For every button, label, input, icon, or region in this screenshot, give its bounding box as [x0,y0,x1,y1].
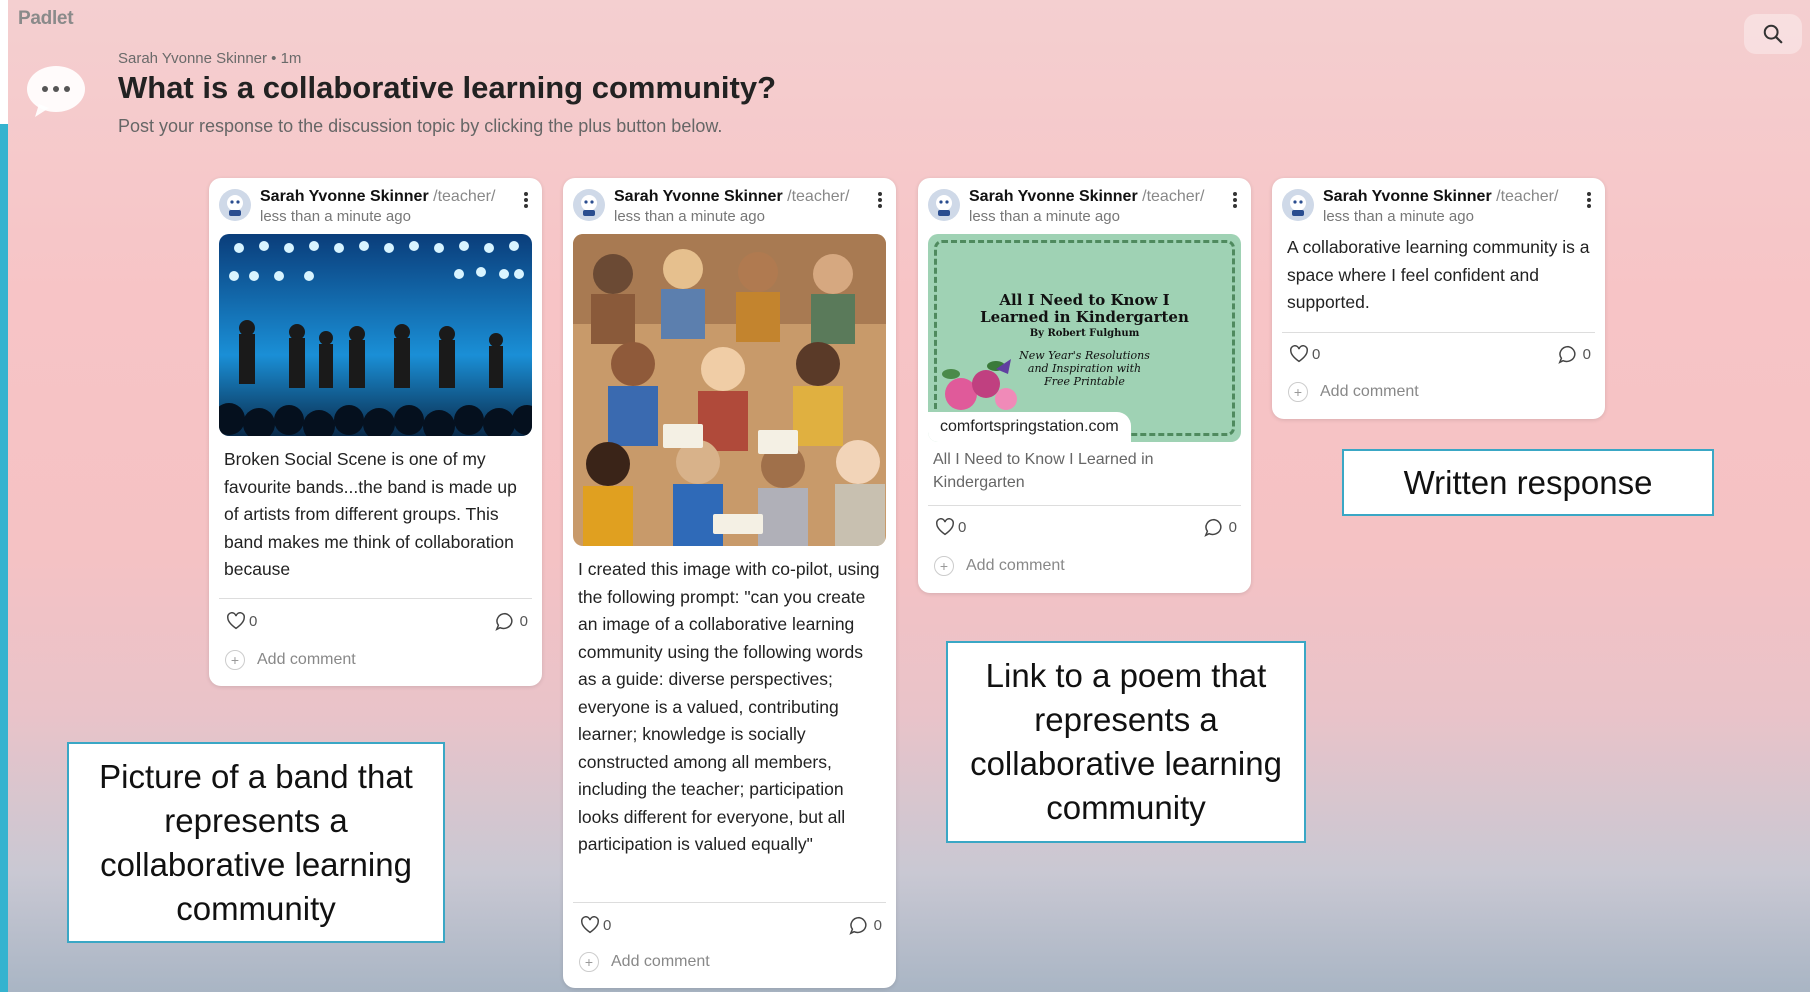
comment-button[interactable]: 0 [1203,518,1237,537]
post-time: less than a minute ago [1323,208,1474,225]
plus-icon: + [934,556,954,576]
kebab-icon[interactable] [520,189,532,211]
link-title: All I Need to Know I Learned in Kinderga… [933,451,1154,491]
speech-bubble-icon [27,66,85,117]
plus-icon: + [1288,382,1308,402]
heart-icon [936,518,954,536]
comment-count: 0 [873,917,882,934]
post-header: Sarah Yvonne Skinner /teacher/ less than… [928,186,1241,226]
post-header: Sarah Yvonne Skinner /teacher/ less than… [219,186,532,226]
heart-icon [1290,345,1308,363]
comment-icon [848,916,867,935]
comment-count: 0 [1228,519,1237,536]
post-header: Sarah Yvonne Skinner /teacher/ less than… [1282,186,1595,226]
kebab-icon[interactable] [1583,189,1595,211]
post-body: I created this image with co-pilot, usin… [578,559,880,854]
kebab-icon[interactable] [874,189,886,211]
comment-button[interactable]: 0 [848,916,882,935]
callout-band: Picture of a band that represents a coll… [67,742,445,943]
like-button[interactable]: 0 [226,612,257,630]
left-edge-bar [0,124,8,992]
divider [1282,332,1595,333]
post-card-text[interactable]: Sarah Yvonne Skinner /teacher/ less than… [1272,178,1605,419]
comment-button[interactable]: 0 [1557,345,1591,364]
add-comment-label: Add comment [1320,383,1419,400]
comment-icon [1203,518,1222,537]
post-author: Sarah Yvonne Skinner /teacher/ [614,188,850,205]
add-comment-button[interactable]: + Add comment [1288,382,1419,402]
like-count: 0 [958,518,967,536]
divider [219,598,532,599]
comment-icon [1557,345,1576,364]
topic-meta: Sarah Yvonne Skinner • 1m [118,50,302,67]
discussion-bubble [25,64,87,118]
post-author: Sarah Yvonne Skinner /teacher/ [969,188,1205,205]
add-comment-button[interactable]: + Add comment [579,952,710,972]
divider [928,505,1241,506]
avatar[interactable] [573,189,605,221]
plus-icon: + [225,650,245,670]
link-domain: comfortspringstation.com [928,412,1131,442]
post-time: less than a minute ago [614,208,765,225]
page-title: What is a collaborative learning communi… [118,70,777,105]
post-time: less than a minute ago [260,208,411,225]
like-button[interactable]: 0 [580,916,611,934]
post-time: less than a minute ago [969,208,1120,225]
add-comment-label: Add comment [257,651,356,668]
like-button[interactable]: 0 [1289,345,1320,363]
topic-subtitle: Post your response to the discussion top… [118,116,723,136]
post-card-band[interactable]: Sarah Yvonne Skinner /teacher/ less than… [209,178,542,686]
add-comment-button[interactable]: + Add comment [225,650,356,670]
avatar[interactable] [1282,189,1314,221]
post-card-image[interactable]: Sarah Yvonne Skinner /teacher/ less than… [563,178,896,988]
post-author: Sarah Yvonne Skinner /teacher/ [1323,188,1559,205]
comment-count: 0 [1582,346,1591,363]
post-body: Broken Social Scene is one of my favouri… [224,449,517,579]
plus-icon: + [579,952,599,972]
add-comment-label: Add comment [611,953,710,970]
like-count: 0 [1312,345,1321,363]
link-preview[interactable]: All I Need to Know I Learned in Kinderga… [928,234,1241,442]
search-icon [1763,24,1783,44]
divider [573,902,886,903]
add-comment-button[interactable]: + Add comment [934,556,1065,576]
collaboration-illustration[interactable] [573,234,886,546]
post-author: Sarah Yvonne Skinner /teacher/ [260,188,496,205]
heart-icon [227,612,245,630]
like-button[interactable]: 0 [935,518,966,536]
callout-written: Written response [1342,449,1714,516]
padlet-logo[interactable]: Padlet [18,8,74,30]
post-card-link[interactable]: Sarah Yvonne Skinner /teacher/ less than… [918,178,1251,593]
kebab-icon[interactable] [1229,189,1241,211]
comment-count: 0 [519,613,528,630]
like-count: 0 [249,612,258,630]
post-body: A collaborative learning community is a … [1287,237,1590,312]
left-edge-top [0,0,8,124]
add-comment-label: Add comment [966,557,1065,574]
like-count: 0 [603,916,612,934]
comment-button[interactable]: 0 [494,612,528,631]
heart-icon [581,916,599,934]
post-header: Sarah Yvonne Skinner /teacher/ less than… [573,186,886,226]
avatar[interactable] [928,189,960,221]
comment-icon [494,612,513,631]
callout-poem: Link to a poem that represents a collabo… [946,641,1306,843]
band-photo[interactable] [219,234,532,436]
avatar[interactable] [219,189,251,221]
search-button[interactable] [1744,14,1802,54]
